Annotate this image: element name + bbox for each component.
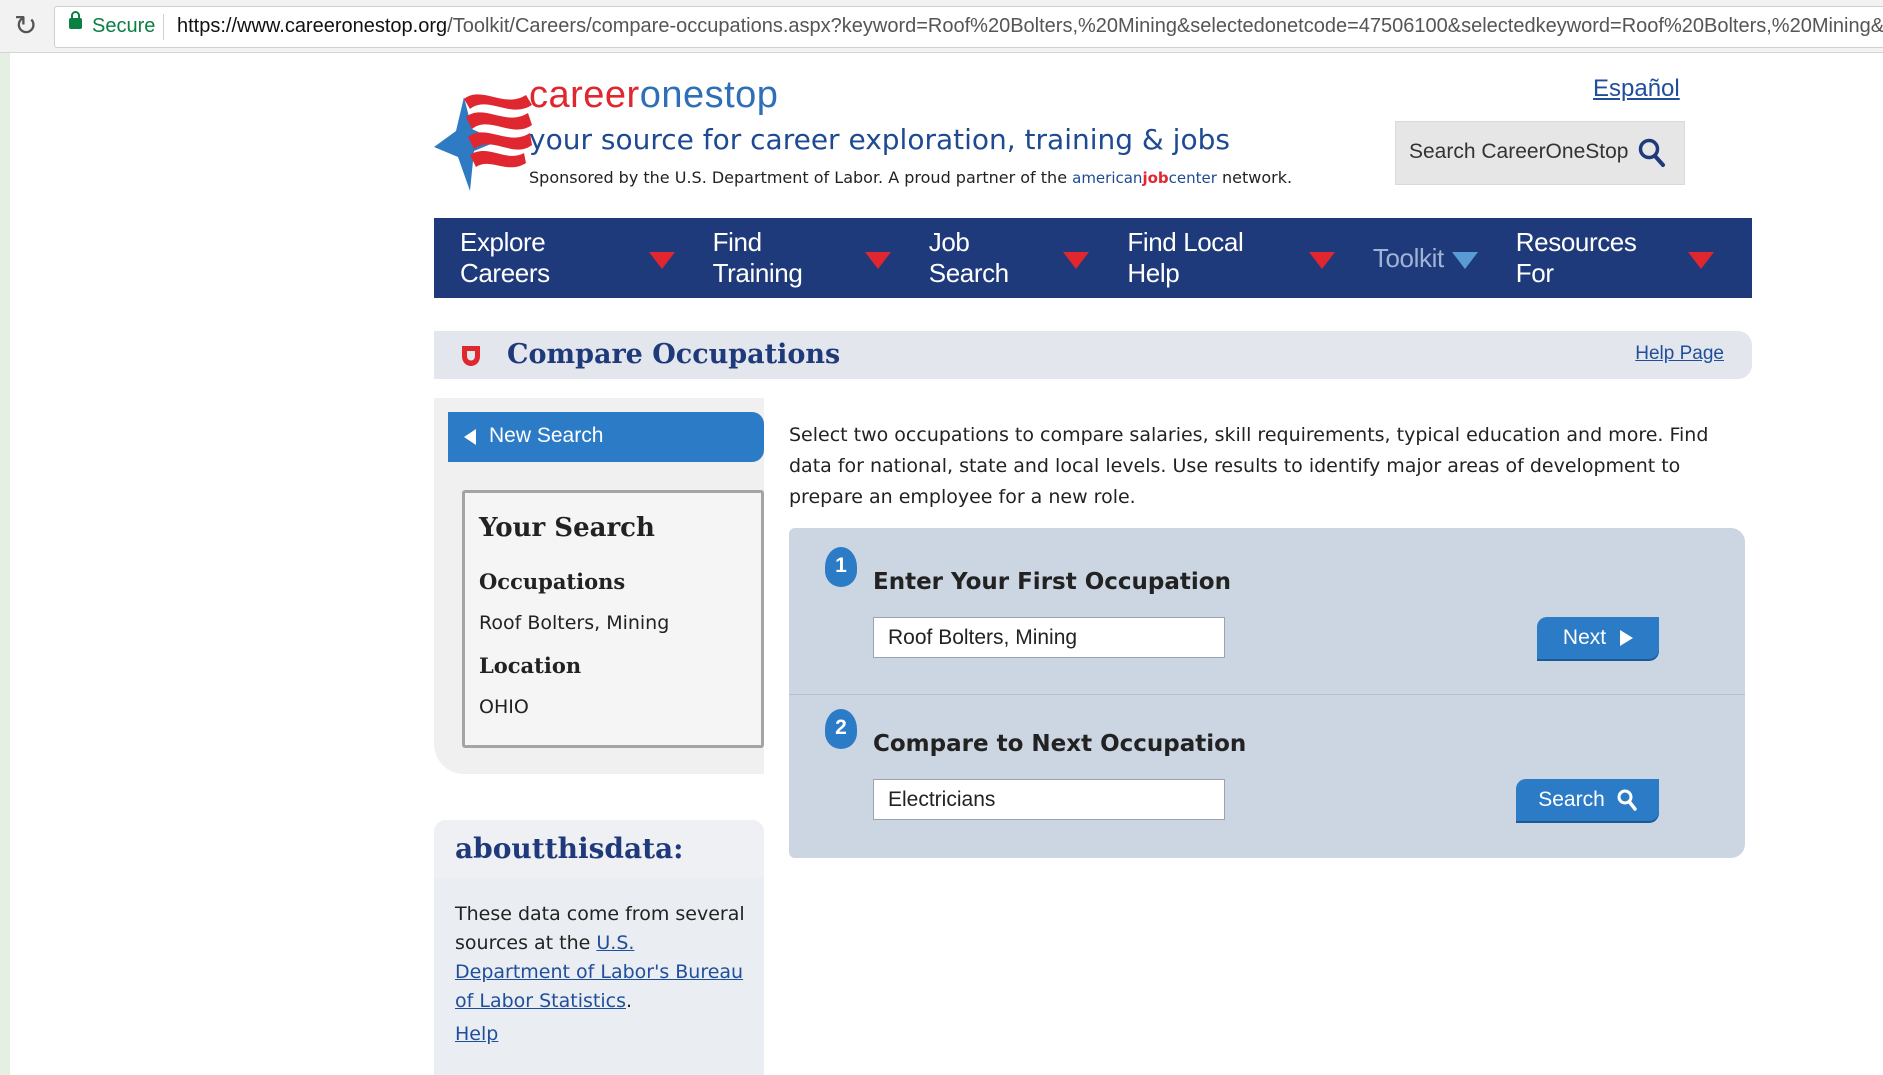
caret-down-icon bbox=[864, 251, 891, 269]
compare-panel: 1 Enter Your First Occupation Next 2 Com… bbox=[789, 528, 1745, 858]
sidebar: New Search Your Search Occupations Roof … bbox=[434, 398, 764, 774]
page: careeronestop your source for career exp… bbox=[10, 53, 1883, 1075]
url-bar[interactable]: Secure https://www.careeronestop.org/Too… bbox=[54, 6, 1883, 48]
about-this-data-box: aboutthisdata: These data come from seve… bbox=[434, 820, 764, 1075]
next-label: Next bbox=[1562, 626, 1607, 649]
next-button[interactable]: Next bbox=[1537, 617, 1659, 659]
about-help-link[interactable]: Help bbox=[455, 1023, 498, 1045]
caret-down-icon bbox=[1688, 251, 1714, 269]
ajc-center: center bbox=[1168, 169, 1217, 187]
nav-label: Find Training bbox=[712, 227, 803, 288]
step-2-label: Compare to Next Occupation bbox=[873, 731, 1247, 757]
site-search-button[interactable]: Search CareerOneStop bbox=[1395, 121, 1685, 185]
sponsor-text: Sponsored by the U.S. Department of Labo… bbox=[529, 168, 1292, 187]
brand-name[interactable]: careeronestop bbox=[529, 73, 778, 117]
panel-divider bbox=[789, 694, 1745, 695]
search-label: Search bbox=[1538, 788, 1605, 811]
brand-part-career: career bbox=[529, 74, 640, 116]
site-search-label: Search CareerOneStop bbox=[1409, 140, 1629, 163]
new-search-button[interactable]: New Search bbox=[448, 412, 764, 462]
caret-down-icon bbox=[1308, 251, 1335, 269]
occupations-value: Roof Bolters, Mining bbox=[479, 612, 670, 634]
search-button[interactable]: Search bbox=[1516, 779, 1659, 821]
nav-resources-for[interactable]: Resources For bbox=[1516, 227, 1714, 289]
caret-down-icon bbox=[648, 251, 675, 269]
ajc-job: job bbox=[1142, 169, 1169, 187]
lock-icon bbox=[69, 11, 82, 29]
first-occupation-input[interactable] bbox=[873, 617, 1225, 658]
url-text[interactable]: https://www.careeronestop.org/Toolkit/Ca… bbox=[177, 15, 1883, 38]
careeronestop-logo-icon[interactable] bbox=[434, 81, 544, 197]
tagline: your source for career exploration, trai… bbox=[529, 123, 1230, 156]
american-job-center-logo[interactable]: americanjobcenter bbox=[1072, 169, 1217, 187]
nav-find-training[interactable]: Find Training bbox=[713, 227, 891, 289]
brand-part-onestop: onestop bbox=[639, 74, 779, 116]
reload-icon[interactable]: ↻ bbox=[14, 12, 37, 40]
about-body: These data come from several sources at … bbox=[455, 900, 755, 1016]
url-separator bbox=[163, 14, 164, 40]
espanol-link[interactable]: Español bbox=[1593, 75, 1680, 103]
intro-text: Select two occupations to compare salari… bbox=[789, 424, 1709, 508]
url-path: /Toolkit/Careers/compare-occupations.asp… bbox=[447, 15, 1883, 37]
arrow-left-icon bbox=[464, 429, 476, 445]
search-icon bbox=[1638, 138, 1665, 167]
nav-label: Toolkit bbox=[1372, 242, 1444, 273]
browser-address-bar: ↻ Secure https://www.careeronestop.org/T… bbox=[0, 0, 1883, 53]
next-occupation-input[interactable] bbox=[873, 779, 1225, 820]
about-title: aboutthisdata: bbox=[455, 832, 684, 865]
caret-down-icon bbox=[1063, 251, 1090, 269]
nav-job-search[interactable]: Job Search bbox=[929, 227, 1090, 289]
page-title: Compare Occupations bbox=[507, 339, 841, 370]
sponsor-prefix: Sponsored by the U.S. Department of Labo… bbox=[529, 168, 1073, 187]
nav-label: Resources For bbox=[1515, 227, 1637, 288]
step-1-badge: 1 bbox=[825, 547, 857, 587]
your-search-title: Your Search bbox=[479, 513, 655, 543]
your-search-box: Your Search Occupations Roof Bolters, Mi… bbox=[462, 490, 764, 748]
main-nav: Explore Careers Find Training Job Search… bbox=[434, 218, 1752, 298]
occupations-label: Occupations bbox=[479, 569, 626, 594]
location-label: Location bbox=[479, 653, 582, 678]
about-text-end: . bbox=[625, 990, 633, 1012]
search-icon bbox=[1617, 789, 1637, 811]
nav-find-local-help[interactable]: Find Local Help bbox=[1127, 227, 1335, 289]
location-value: OHIO bbox=[479, 696, 529, 718]
nav-explore-careers[interactable]: Explore Careers bbox=[460, 227, 675, 289]
step-2-badge: 2 bbox=[825, 709, 857, 749]
secure-label: Secure bbox=[92, 15, 156, 37]
ajc-american: american bbox=[1072, 169, 1143, 187]
url-host: https://www.careeronestop.org bbox=[177, 15, 448, 37]
step-1-label: Enter Your First Occupation bbox=[873, 569, 1231, 595]
nav-toolkit[interactable]: Toolkit bbox=[1373, 243, 1478, 274]
play-arrow-icon bbox=[1620, 630, 1634, 646]
nav-label: Job Search bbox=[928, 227, 1009, 288]
caret-down-icon bbox=[1451, 251, 1478, 269]
new-search-label: New Search bbox=[489, 424, 604, 447]
page-title-bar: Compare Occupations Help Page bbox=[434, 331, 1752, 379]
help-page-link[interactable]: Help Page bbox=[1635, 343, 1724, 365]
tool-icon bbox=[462, 346, 480, 366]
sponsor-suffix: network. bbox=[1216, 168, 1293, 187]
nav-label: Explore Careers bbox=[460, 227, 550, 288]
nav-label: Find Local Help bbox=[1127, 227, 1244, 288]
